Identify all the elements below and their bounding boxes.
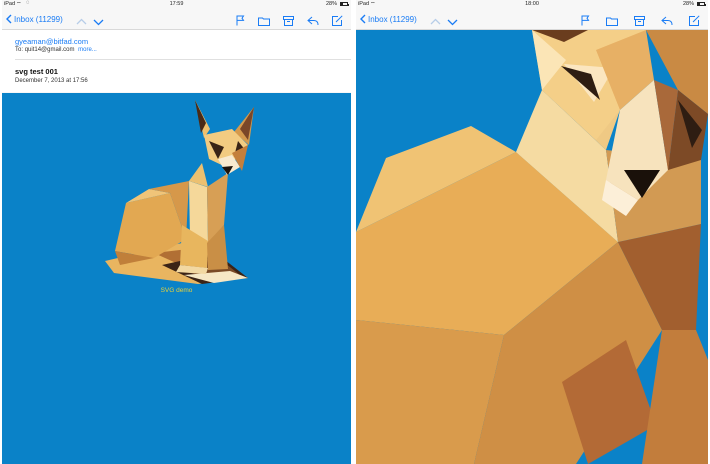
move-to-folder-button[interactable] (606, 13, 618, 31)
compose-icon (332, 15, 343, 26)
header-divider (15, 59, 351, 60)
left-ipad-screen: iPad ⌔ ◌ 17:59 28% Inbox (11299) gyeaman… (2, 0, 351, 464)
next-message-button[interactable] (93, 13, 104, 31)
more-recipients-link[interactable]: more... (78, 47, 97, 53)
status-bar: iPad ⌔ 18:00 28% (356, 0, 708, 9)
chevron-up-icon (76, 18, 87, 25)
sender-address[interactable]: gyeaman@bitfad.com (15, 37, 88, 46)
archive-button[interactable] (634, 13, 645, 31)
mail-toolbar: Inbox (11299) (2, 9, 351, 30)
reply-icon (661, 16, 673, 26)
mail-toolbar: Inbox (11299) (356, 9, 708, 30)
svg-demo-caption: SVG demo (160, 287, 193, 294)
flag-icon (236, 15, 245, 26)
previous-message-button[interactable] (76, 13, 87, 31)
next-message-button[interactable] (447, 13, 458, 31)
message-header: gyeaman@bitfad.com To: quit14@gmail.com … (2, 30, 351, 92)
chevron-left-icon (6, 14, 12, 24)
chevron-down-icon (93, 19, 104, 26)
battery-icon (697, 2, 706, 6)
message-date: December 7, 2013 at 17:56 (15, 78, 88, 84)
chevron-down-icon (447, 19, 458, 26)
folder-icon (606, 17, 618, 26)
compose-icon (689, 15, 700, 26)
reply-icon (307, 16, 319, 26)
back-button-label: Inbox (11299) (14, 14, 63, 24)
chevron-left-icon (360, 14, 366, 24)
flag-button[interactable] (581, 13, 590, 31)
status-bar: iPad ⌔ ◌ 17:59 28% (2, 0, 351, 9)
reply-button[interactable] (661, 13, 673, 31)
back-to-inbox-button[interactable]: Inbox (11299) (6, 12, 63, 26)
right-ipad-screen: iPad ⌔ 18:00 28% Inbox (11299) (356, 0, 708, 464)
status-time: 18:00 (525, 1, 539, 7)
archive-button[interactable] (283, 13, 294, 31)
message-body-svg: SVG demo (2, 93, 351, 464)
flag-button[interactable] (236, 13, 245, 31)
status-time: 17:59 (169, 1, 184, 7)
flag-icon (581, 15, 590, 26)
fox-illustration (105, 100, 254, 284)
archive-icon (634, 16, 645, 26)
message-subject: svg test 001 (15, 67, 58, 76)
chevron-up-icon (430, 18, 441, 25)
back-to-inbox-button[interactable]: Inbox (11299) (360, 12, 417, 26)
zoomed-message-body-svg (356, 30, 708, 464)
back-button-label: Inbox (11299) (368, 14, 417, 24)
move-to-folder-button[interactable] (258, 13, 270, 31)
compose-button[interactable] (332, 13, 343, 31)
recipient-line: To: quit14@gmail.com more... (15, 47, 97, 53)
battery-percent: 28% (682, 1, 694, 7)
previous-message-button[interactable] (430, 13, 441, 31)
folder-icon (258, 17, 270, 26)
battery-percent: 28% (325, 1, 337, 7)
compose-button[interactable] (689, 13, 700, 31)
to-prefix: To: (15, 47, 24, 53)
archive-icon (283, 16, 294, 26)
recipient-address[interactable]: quit14@gmail.com (25, 47, 75, 53)
battery-icon (340, 2, 349, 6)
reply-button[interactable] (307, 13, 319, 31)
zoomed-fox-illustration (356, 30, 708, 464)
